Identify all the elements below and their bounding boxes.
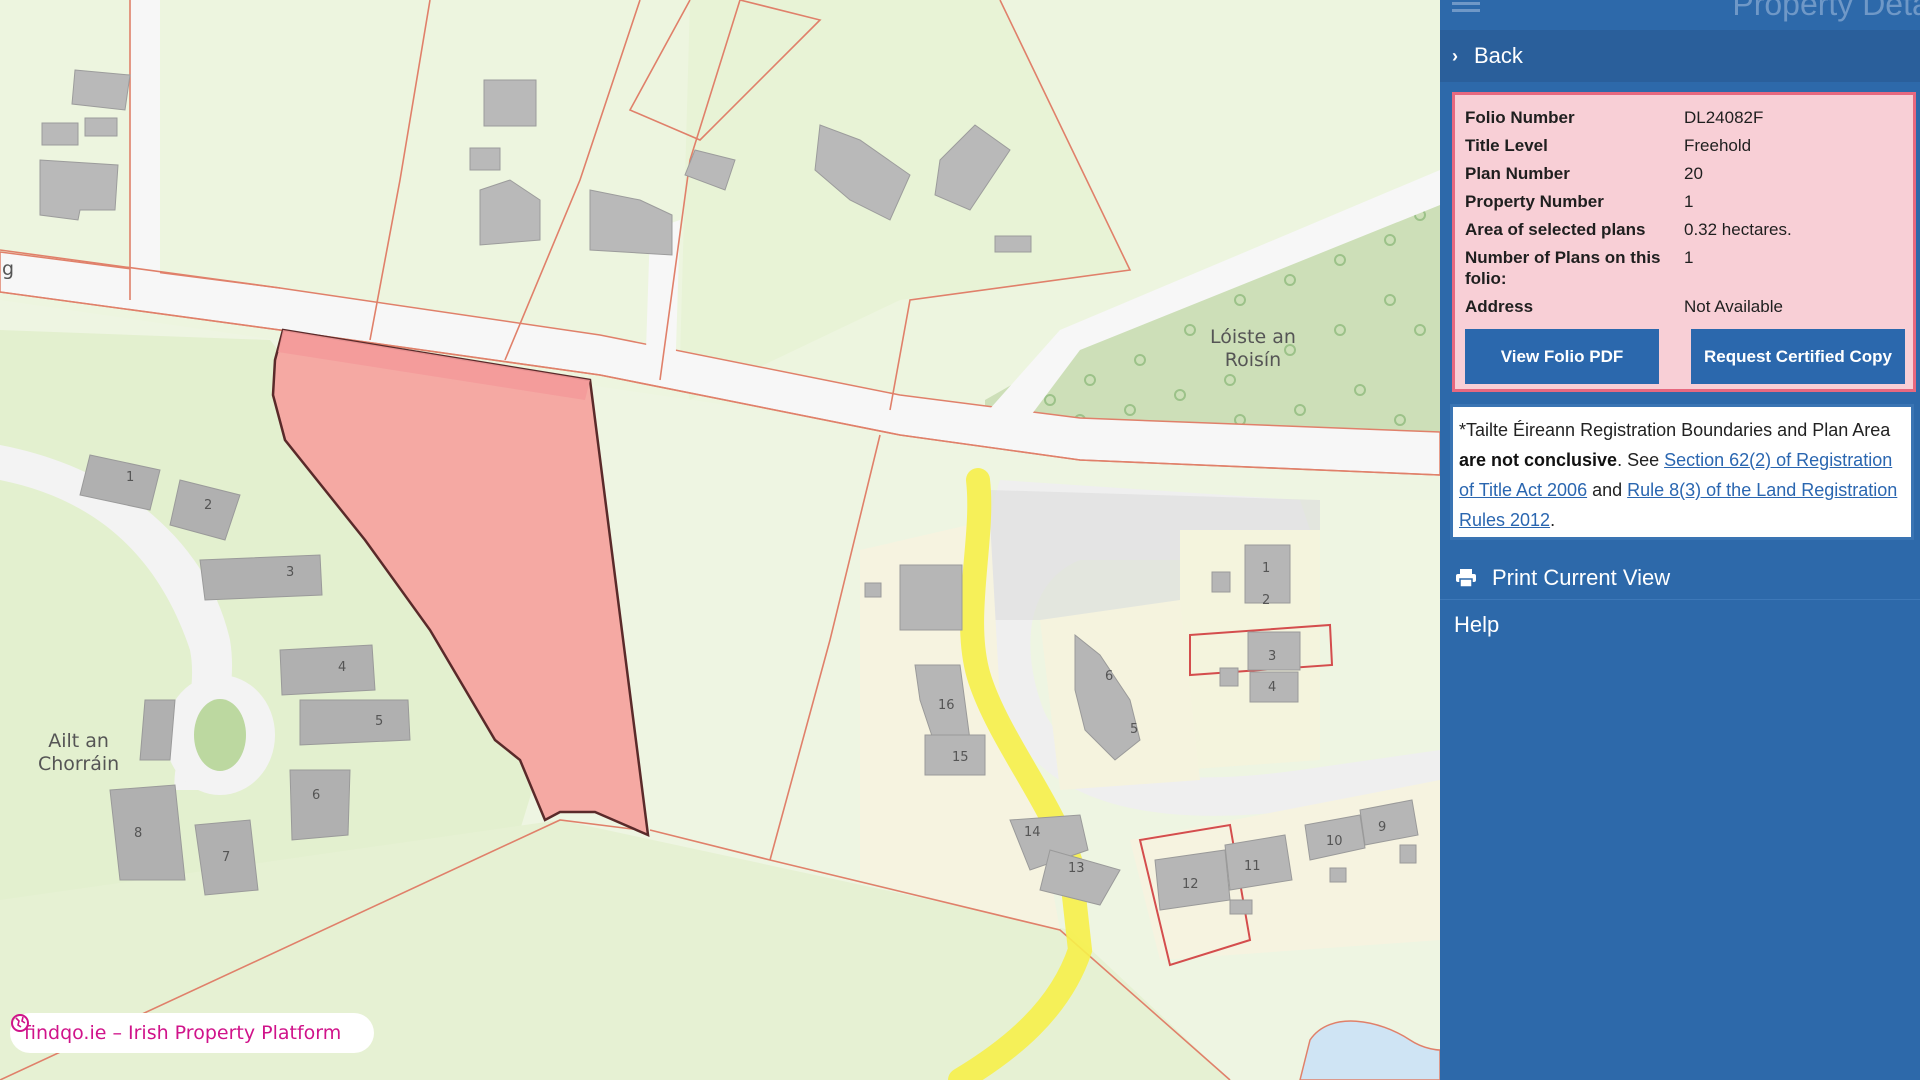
disclaimer-text: *Tailte Éireann Registration Boundaries … [1459, 420, 1891, 440]
printer-icon [1456, 568, 1476, 588]
place-name-loiste: Lóiste an Roisín [1210, 326, 1296, 371]
folio-actions: View Folio PDF Request Certified Copy [1465, 329, 1905, 384]
detail-row: Property Number 1 [1465, 189, 1903, 217]
help-link[interactable]: Help [1454, 612, 1499, 638]
house-number: 6 [312, 788, 321, 803]
house-number: 9 [1378, 820, 1387, 835]
house-number: 1 [126, 470, 135, 485]
house-number: 1 [1262, 561, 1271, 576]
watermark-text: findqo.ie – Irish Property Platform [24, 1022, 342, 1044]
disclaimer-text: . [1550, 510, 1556, 530]
detail-row: Number of Plans on this folio: 1 [1465, 245, 1903, 294]
detail-key: Address [1465, 297, 1534, 316]
house-number: 12 [1182, 877, 1199, 892]
view-folio-pdf-button[interactable]: View Folio PDF [1465, 329, 1659, 384]
detail-key: Title Level [1465, 136, 1548, 155]
place-name-ailt: Ailt an Chorráin [38, 730, 120, 775]
detail-row: Area of selected plans 0.32 hectares. [1465, 217, 1903, 245]
place-name-fragment: g [2, 258, 15, 280]
house-number: 5 [1130, 722, 1139, 737]
house-number: 6 [1105, 669, 1114, 684]
detail-row: Folio Number DL24082F [1465, 105, 1903, 133]
detail-key: Number of Plans on this folio: [1465, 248, 1661, 288]
house-number: 5 [375, 714, 384, 729]
detail-value: 0.32 hectares. [1684, 220, 1792, 239]
chevron-right-icon: › [1452, 45, 1458, 66]
detail-value: Not Available [1684, 297, 1783, 316]
house-number: 14 [1024, 825, 1041, 840]
disclaimer-bold: are not conclusive [1459, 450, 1618, 470]
detail-key: Property Number [1465, 192, 1604, 211]
disclaimer-text: . See [1617, 450, 1665, 470]
property-details-panel: Property Details › Back Folio Number DL24… [1440, 0, 1920, 1080]
disclaimer-box: *Tailte Éireann Registration Boundaries … [1450, 404, 1914, 540]
detail-key: Plan Number [1465, 164, 1570, 183]
detail-value: 1 [1684, 248, 1694, 267]
house-number: 13 [1068, 861, 1085, 876]
detail-value: 20 [1684, 164, 1703, 183]
detail-key: Folio Number [1465, 108, 1575, 127]
house-number: 10 [1326, 834, 1343, 849]
detail-value: 1 [1684, 192, 1694, 211]
folio-details-table: Folio Number DL24082F Title Level Freehold… [1465, 105, 1903, 322]
house-number: 4 [338, 660, 347, 675]
detail-row: Address Not Available [1465, 294, 1903, 322]
house-number: 3 [286, 565, 295, 580]
house-number: 2 [204, 498, 213, 513]
menu-icon[interactable] [1452, 0, 1482, 18]
house-number: 2 [1262, 593, 1271, 608]
panel-title: Property Details [1732, 0, 1920, 22]
print-label: Print Current View [1492, 564, 1671, 590]
detail-key: Area of selected plans [1465, 220, 1646, 239]
house-number: 4 [1268, 680, 1277, 695]
house-number: 11 [1244, 859, 1261, 874]
house-number: 7 [222, 850, 231, 865]
globe-icon [11, 1014, 29, 1032]
watermark-badge[interactable]: findqo.ie – Irish Property Platform [10, 1013, 374, 1053]
request-certified-copy-button[interactable]: Request Certified Copy [1691, 329, 1905, 384]
detail-row: Plan Number 20 [1465, 161, 1903, 189]
house-number: 15 [952, 750, 969, 765]
map-canvas[interactable] [0, 0, 1440, 1080]
house-number: 3 [1268, 649, 1277, 664]
panel-header: Property Details [1440, 0, 1920, 24]
map-view[interactable]: 1 2 3 4 5 6 7 8 1 2 3 4 5 6 9 10 11 12 1… [0, 0, 1440, 1080]
back-button[interactable]: › Back [1440, 30, 1920, 82]
detail-row: Title Level Freehold [1465, 133, 1903, 161]
print-current-view-button[interactable]: Print Current View [1440, 556, 1920, 600]
disclaimer-text: and [1587, 480, 1628, 500]
house-number: 8 [134, 826, 143, 841]
detail-value: Freehold [1684, 136, 1752, 155]
folio-details-card: Folio Number DL24082F Title Level Freehold… [1452, 92, 1916, 392]
house-number: 16 [938, 698, 955, 713]
detail-value: DL24082F [1684, 108, 1764, 127]
back-label: Back [1474, 43, 1523, 68]
